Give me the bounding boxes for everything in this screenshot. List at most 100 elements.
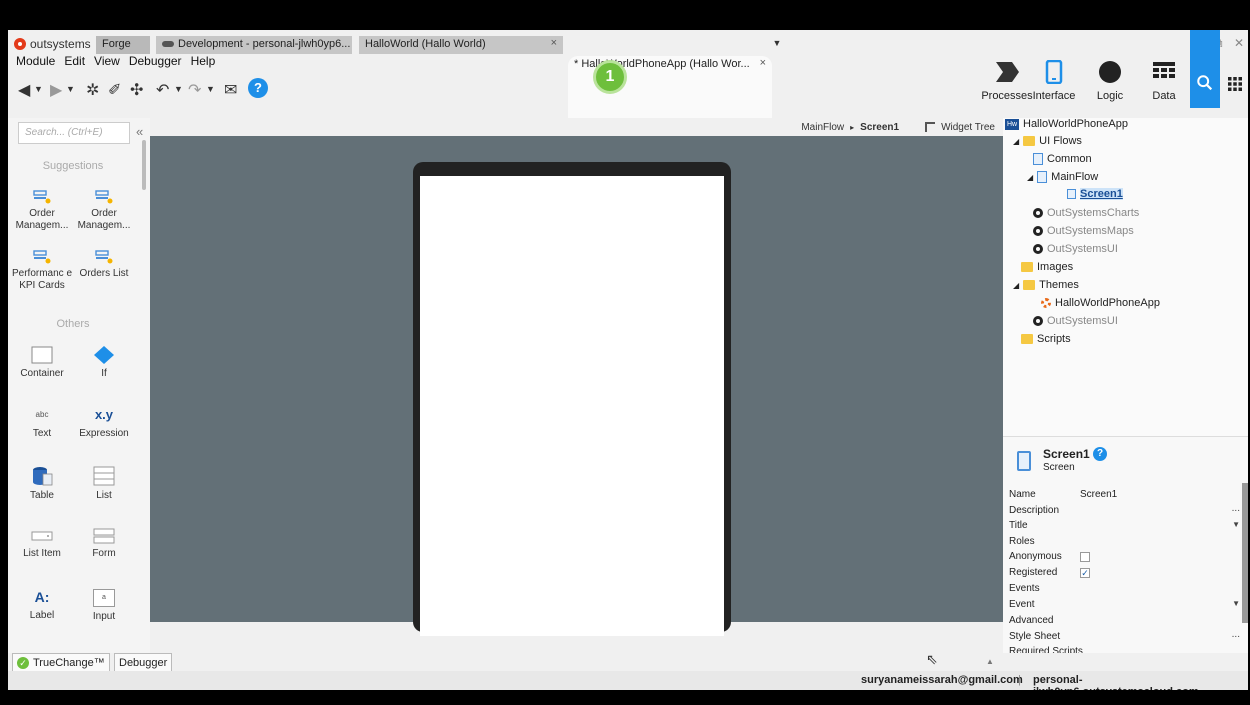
widget-input[interactable]: a Input (72, 588, 136, 623)
outsystems-logo[interactable]: outsystems (14, 36, 91, 52)
redo-icon[interactable]: ↷ (188, 80, 201, 100)
event-dropdown-icon[interactable]: ▼ (1232, 599, 1240, 608)
mouse-cursor-icon: ⇖ (926, 651, 938, 667)
outsystems-logo-icon (14, 38, 26, 50)
widget-list[interactable]: List (72, 466, 136, 502)
toolbox-scrollbar[interactable] (142, 140, 146, 190)
help-icon[interactable]: ? (248, 78, 268, 98)
settings-gear-icon[interactable]: ✲ (86, 80, 99, 100)
tree-outsystemsmaps[interactable]: OutSystemsMaps (1033, 225, 1134, 237)
prop-name-label: Name (1009, 489, 1036, 500)
close-icon[interactable]: × (551, 37, 557, 49)
menu-help[interactable]: Help (191, 54, 216, 72)
environment-name: personal-jlwh0yp6.outsystemscloud.com (1033, 674, 1199, 690)
prop-advanced-label: Advanced (1009, 615, 1054, 626)
anonymous-checkbox[interactable] (1080, 552, 1090, 562)
redo-dropdown-icon[interactable]: ▼ (206, 84, 215, 94)
back-dropdown-icon[interactable]: ▼ (34, 84, 43, 94)
tab-development[interactable]: Development - personal-jlwh0yp6... (156, 36, 352, 54)
close-icon[interactable]: × (760, 57, 766, 69)
debug-icon[interactable]: ✐ (108, 80, 121, 100)
help-icon[interactable]: ? (1093, 447, 1107, 461)
bottom-panel-tabs: ✓ TrueChange™ Debugger ⇖ ▲ (8, 651, 1248, 673)
tab-processes-label: Processes (981, 90, 1033, 102)
widget-if[interactable]: If (72, 346, 136, 380)
menu-debugger[interactable]: Debugger (129, 54, 182, 72)
widget-container[interactable]: Container (10, 346, 74, 380)
widget-label: If (101, 368, 107, 379)
folder-icon (1023, 280, 1036, 290)
tab-debugger-label: Debugger (119, 657, 168, 669)
widget-order-management-2[interactable]: Order Managem... (72, 190, 136, 232)
tree-themes[interactable]: ◢ Themes (1013, 279, 1079, 291)
widget-label: Form (92, 548, 116, 559)
publish-icon[interactable]: ✉ (224, 80, 237, 100)
screen-property-icon (1017, 451, 1031, 471)
widget-table[interactable]: Table (10, 466, 74, 502)
tree-root-app[interactable]: Hw HalloWorldPhoneApp (1005, 118, 1128, 130)
expand-panel-icon[interactable]: ▲ (986, 657, 994, 666)
list-icon (93, 466, 115, 486)
expand-icon: ◢ (1027, 172, 1034, 182)
title-dropdown-icon[interactable]: ▼ (1232, 520, 1240, 529)
tree-outsystemscharts[interactable]: OutSystemsCharts (1033, 207, 1139, 219)
tab-logic[interactable]: Logic (1082, 30, 1138, 106)
breadcrumb-screen1[interactable]: Screen1 (860, 122, 899, 133)
tree-theme-outsystemsui[interactable]: OutSystemsUI (1033, 315, 1118, 327)
widget-label-item[interactable]: A: Label (10, 588, 74, 622)
forward-dropdown-icon[interactable]: ▼ (66, 84, 75, 94)
forward-icon[interactable]: ▶ (50, 80, 62, 100)
collapse-panel-icon[interactable]: « (136, 124, 143, 139)
menu-module[interactable]: Module (16, 54, 55, 72)
tab-forge[interactable]: Forge (96, 36, 150, 54)
tree-scripts[interactable]: Scripts (1021, 333, 1071, 345)
description-ellipsis-button[interactable]: ... (1232, 503, 1240, 514)
tree-outsystemsui[interactable]: OutSystemsUI (1033, 243, 1118, 255)
menu-view[interactable]: View (94, 54, 120, 72)
registered-checkbox[interactable]: ✓ (1080, 568, 1090, 578)
widget-performance-kpi-cards[interactable]: Performanc e KPI Cards (10, 250, 74, 292)
tree-images[interactable]: Images (1021, 261, 1073, 273)
tree-screen1[interactable]: Screen1 (1067, 188, 1123, 200)
tree-label: Scripts (1037, 333, 1071, 345)
app-icon: Hw (1005, 118, 1019, 130)
breadcrumb-mainflow[interactable]: MainFlow (801, 122, 844, 133)
undo-icon[interactable]: ↶ (156, 80, 169, 100)
tab-truechange[interactable]: ✓ TrueChange™ (12, 653, 110, 673)
widget-search-input[interactable]: Search... (Ctrl+E) (18, 122, 130, 144)
widget-tree-button[interactable]: Widget Tree (941, 122, 995, 133)
prop-events-label: Events (1009, 583, 1040, 594)
menu-edit[interactable]: Edit (64, 54, 85, 72)
tree-ui-flows[interactable]: ◢ UI Flows (1013, 135, 1082, 147)
widget-text[interactable]: abc Text (10, 406, 74, 440)
tree-common[interactable]: Common (1033, 153, 1092, 165)
properties-scrollbar[interactable] (1242, 483, 1248, 623)
canvas-background[interactable] (150, 136, 1003, 636)
tab-interface[interactable]: Interface (1026, 30, 1082, 106)
stylesheet-ellipsis-button[interactable]: ... (1232, 629, 1240, 640)
phone-screen[interactable] (420, 176, 724, 636)
prop-name-value[interactable]: Screen1 (1080, 489, 1117, 500)
breakpoint-icon[interactable]: ✣ (130, 80, 143, 100)
back-icon[interactable]: ◀ (18, 80, 30, 100)
widget-orders-list[interactable]: Orders List (72, 250, 136, 280)
widget-expression[interactable]: x.y Expression (72, 406, 136, 440)
tab-data[interactable]: Data (1136, 30, 1192, 106)
text-icon: abc (35, 410, 49, 419)
widget-form[interactable]: Form (72, 528, 136, 560)
tree-theme-halloworldphoneapp[interactable]: HalloWorldPhoneApp (1041, 297, 1160, 309)
apps-grid-button[interactable] (1220, 30, 1248, 108)
prop-roles-label: Roles (1009, 536, 1035, 547)
global-search-button[interactable] (1190, 30, 1220, 108)
undo-dropdown-icon[interactable]: ▼ (174, 84, 183, 94)
tree-label: OutSystemsUI (1047, 315, 1118, 327)
widget-order-management-1[interactable]: Order Managem... (10, 190, 74, 232)
tab-debugger[interactable]: Debugger (114, 653, 173, 673)
widget-label: Input (92, 611, 116, 622)
input-icon: a (93, 589, 115, 607)
tree-mainflow[interactable]: ◢ MainFlow (1027, 171, 1098, 183)
block-icon (95, 250, 113, 264)
widget-list-item[interactable]: List Item (10, 528, 74, 560)
tab-dropdown-icon[interactable]: ▼ (770, 38, 784, 52)
tab-halloworld[interactable]: HalloWorld (Hallo World) × (359, 36, 563, 54)
